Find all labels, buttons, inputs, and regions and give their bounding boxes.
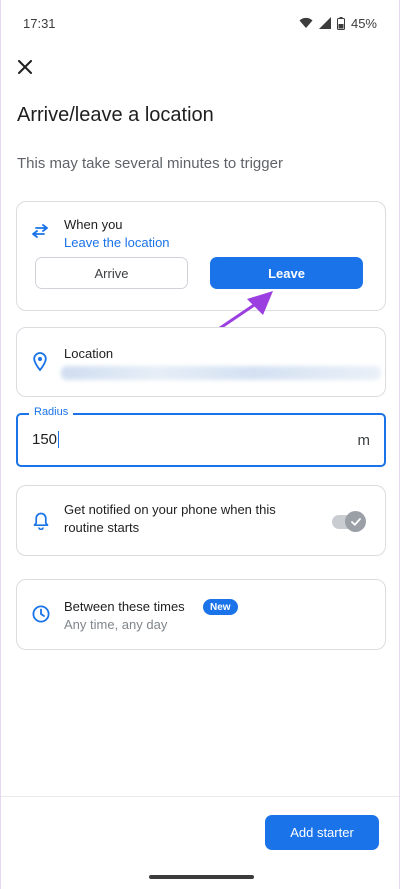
status-icons: 45% xyxy=(299,16,377,31)
clock-icon xyxy=(32,605,50,628)
battery-percent: 45% xyxy=(350,15,377,31)
notify-text: Get notified on your phone when this rou… xyxy=(64,502,276,535)
text-caret xyxy=(58,431,60,448)
status-bar: 17:31 45% xyxy=(1,0,399,46)
location-card[interactable]: Location xyxy=(16,327,386,397)
location-label: Location xyxy=(64,346,114,361)
notify-toggle[interactable] xyxy=(330,511,366,532)
bottom-divider xyxy=(1,796,399,797)
gesture-nav-handle[interactable] xyxy=(149,875,254,879)
times-value: Any time, any day xyxy=(64,617,168,632)
swap-arrows-icon xyxy=(31,224,49,243)
radius-field[interactable]: Radius 150 m xyxy=(16,406,386,467)
page-subtitle: This may take several minutes to trigger xyxy=(17,155,283,172)
wifi-icon xyxy=(299,17,313,29)
location-value-blurred xyxy=(61,366,381,380)
times-label: Between these times xyxy=(64,599,185,614)
when-you-value: Leave the location xyxy=(64,235,170,250)
radius-label: Radius xyxy=(29,406,74,418)
close-button[interactable] xyxy=(13,57,37,81)
check-icon xyxy=(350,513,361,531)
close-icon xyxy=(18,59,32,79)
status-time: 17:31 xyxy=(23,15,56,31)
bell-icon xyxy=(33,512,49,535)
notify-card: Get notified on your phone when this rou… xyxy=(16,485,386,556)
signal-icon xyxy=(318,17,331,29)
radius-input[interactable]: 150 xyxy=(32,431,60,448)
radius-value: 150 xyxy=(32,431,58,448)
page-title: Arrive/leave a location xyxy=(17,104,214,126)
toggle-thumb xyxy=(345,511,366,532)
add-starter-button[interactable]: Add starter xyxy=(265,815,379,850)
battery-icon xyxy=(336,16,345,30)
when-you-label: When you xyxy=(64,217,123,232)
arrive-button[interactable]: Arrive xyxy=(35,257,188,289)
new-badge: New xyxy=(203,599,238,615)
times-card[interactable]: Between these times New Any time, any da… xyxy=(16,579,386,650)
location-pin-icon xyxy=(33,352,47,376)
radius-unit: m xyxy=(357,432,371,449)
